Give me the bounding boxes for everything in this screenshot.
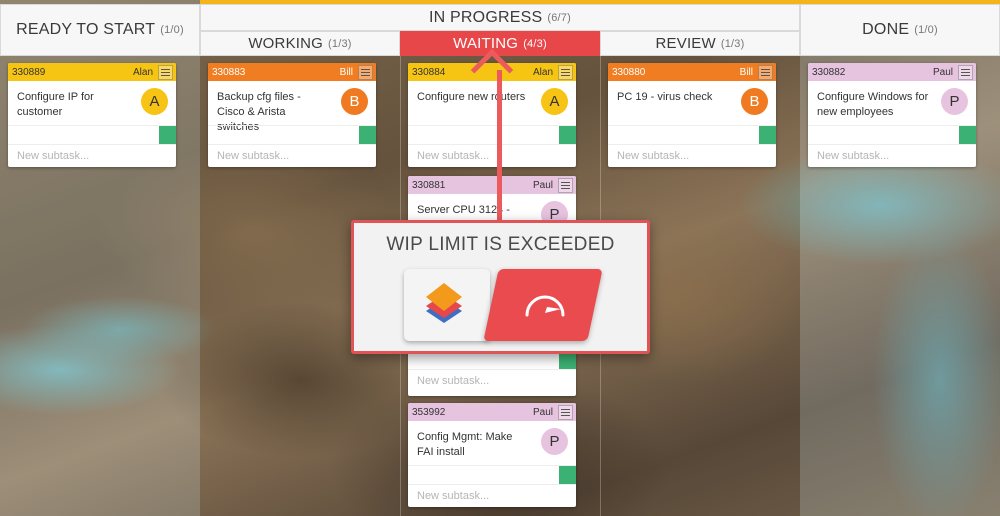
card-title: Configure IP for customer (17, 91, 94, 118)
column-title: WORKING (248, 35, 324, 52)
column-count: (1/3) (720, 37, 745, 50)
column-title: WAITING (453, 35, 519, 52)
new-subtask-input[interactable]: New subtask... (808, 144, 976, 167)
avatar[interactable]: A (141, 88, 168, 115)
card-header: 330881 Paul (408, 176, 576, 194)
wip-limit-alert: WIP LIMIT IS EXCEEDED (351, 220, 650, 354)
card-title: Config Mgmt: Make FAI install (417, 431, 513, 458)
card-title: Configure new routers (417, 91, 526, 103)
menu-icon[interactable] (958, 64, 973, 80)
card-id: 330884 (412, 66, 446, 78)
card-id: 330883 (212, 66, 246, 78)
status-tag[interactable] (359, 126, 376, 144)
card-id: 330880 (612, 66, 646, 78)
card-owner: Alan (532, 66, 553, 78)
status-tag[interactable] (559, 466, 576, 484)
new-subtask-input[interactable]: New subtask... (408, 144, 576, 167)
task-card[interactable]: 330883 Bill Backup cfg files - Cisco & A… (208, 63, 376, 167)
arrow-shaft (497, 70, 502, 220)
new-subtask-input[interactable]: New subtask... (608, 144, 776, 167)
column-header-done[interactable]: DONE (1/0) (800, 4, 1000, 56)
status-tag[interactable] (159, 126, 176, 144)
menu-icon[interactable] (558, 64, 573, 80)
task-card[interactable]: 353992 Paul Config Mgmt: Make FAI instal… (408, 403, 576, 507)
new-subtask-input[interactable]: New subtask... (208, 144, 376, 167)
card-owner: Bill (339, 66, 353, 78)
menu-icon[interactable] (158, 64, 173, 80)
layers-logo-icon (404, 269, 490, 341)
card-owner: Paul (532, 179, 553, 191)
column-title: REVIEW (655, 35, 716, 52)
task-card[interactable]: 330889 Alan Configure IP for customer A … (8, 63, 176, 167)
card-id: 330881 (412, 179, 446, 191)
task-card[interactable]: 330882 Paul Configure Windows for new em… (808, 63, 976, 167)
column-header-review[interactable]: REVIEW (1/3) (600, 31, 800, 56)
card-body[interactable]: Configure IP for customer A (8, 81, 176, 125)
task-card[interactable]: 330880 Bill PC 19 - virus check B New su… (608, 63, 776, 167)
card-header: 330882 Paul (808, 63, 976, 81)
column-header-working[interactable]: WORKING (1/3) (200, 31, 400, 56)
avatar[interactable]: P (941, 88, 968, 115)
avatar[interactable]: A (541, 88, 568, 115)
status-tag[interactable] (559, 126, 576, 144)
card-header: 330883 Bill (208, 63, 376, 81)
card-body[interactable]: Config Mgmt: Make FAI install P (408, 421, 576, 465)
menu-icon[interactable] (558, 404, 573, 420)
card-header: 330880 Bill (608, 63, 776, 81)
menu-icon[interactable] (358, 64, 373, 80)
avatar[interactable]: B (741, 88, 768, 115)
card-body[interactable]: PC 19 - virus check B (608, 81, 776, 125)
column-header-ready[interactable]: READY TO START (1/0) (0, 4, 200, 56)
card-status-row (608, 125, 776, 144)
column-header-waiting[interactable]: WAITING (4/3) (400, 31, 600, 56)
menu-icon[interactable] (558, 177, 573, 193)
card-id: 330889 (12, 66, 46, 78)
new-subtask-input[interactable]: New subtask... (8, 144, 176, 167)
card-owner: Paul (532, 406, 553, 418)
column-title: IN PROGRESS (429, 8, 543, 26)
card-header: 353992 Paul (408, 403, 576, 421)
column-count: (1/0) (160, 24, 184, 36)
kanban-board: READY TO START (1/0) IN PROGRESS (6/7) W… (0, 0, 1000, 516)
card-title: PC 19 - virus check (617, 91, 713, 103)
column-count: (6/7) (547, 11, 571, 24)
avatar[interactable]: B (341, 88, 368, 115)
card-owner: Bill (739, 66, 753, 78)
card-body[interactable]: Backup cfg files - Cisco & Arista switch… (208, 81, 376, 133)
avatar[interactable]: P (541, 428, 568, 455)
menu-icon[interactable] (758, 64, 773, 80)
column-title: READY TO START (16, 21, 156, 38)
card-status-row (208, 125, 376, 144)
status-tag[interactable] (759, 126, 776, 144)
speedometer-icon (483, 269, 603, 341)
wip-alert-title: WIP LIMIT IS EXCEEDED (386, 234, 615, 255)
status-tag[interactable] (959, 126, 976, 144)
column-count: (1/0) (914, 24, 938, 36)
column-count: (1/3) (328, 37, 352, 50)
column-title: DONE (862, 21, 910, 38)
card-id: 353992 (412, 406, 446, 418)
card-owner: Paul (932, 66, 953, 78)
card-status-row (408, 465, 576, 484)
column-header-in-progress[interactable]: IN PROGRESS (6/7) (200, 4, 800, 31)
card-body[interactable]: Configure Windows for new employees P (808, 81, 976, 125)
card-status-row (8, 125, 176, 144)
new-subtask-input[interactable]: New subtask... (408, 369, 576, 392)
card-status-row (408, 125, 576, 144)
card-status-row (808, 125, 976, 144)
card-id: 330882 (812, 66, 846, 78)
card-title: Configure Windows for new employees (817, 91, 929, 118)
card-header: 330889 Alan (8, 63, 176, 81)
column-count: (4/3) (523, 37, 547, 50)
card-owner: Alan (132, 66, 153, 78)
new-subtask-input[interactable]: New subtask... (408, 484, 576, 507)
